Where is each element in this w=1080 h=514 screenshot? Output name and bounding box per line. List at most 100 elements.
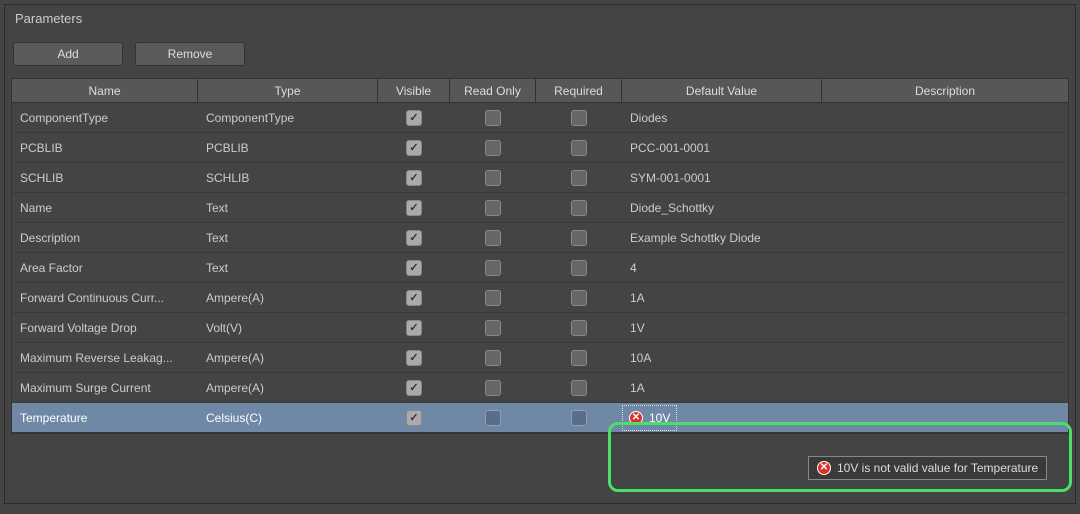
cell-description[interactable] xyxy=(822,103,1068,132)
readonly-checkbox[interactable] xyxy=(485,350,501,366)
visible-checkbox[interactable] xyxy=(406,350,422,366)
cell-name[interactable]: Forward Continuous Curr... xyxy=(12,283,198,312)
cell-name[interactable]: Name xyxy=(12,193,198,222)
readonly-checkbox[interactable] xyxy=(485,230,501,246)
cell-description[interactable] xyxy=(822,133,1068,162)
cell-description[interactable] xyxy=(822,343,1068,372)
required-checkbox[interactable] xyxy=(571,140,587,156)
table-row[interactable]: NameText Diode_Schottky xyxy=(12,193,1068,223)
cell-type[interactable]: SCHLIB xyxy=(198,163,378,192)
visible-checkbox[interactable] xyxy=(406,290,422,306)
header-visible[interactable]: Visible xyxy=(378,79,450,102)
table-row[interactable]: PCBLIBPCBLIB PCC-001-0001 xyxy=(12,133,1068,163)
cell-visible xyxy=(378,133,450,162)
table-row[interactable]: ComponentTypeComponentType Diodes xyxy=(12,103,1068,133)
readonly-checkbox[interactable] xyxy=(485,290,501,306)
header-required[interactable]: Required xyxy=(536,79,622,102)
table-row[interactable]: SCHLIBSCHLIB SYM-001-0001 xyxy=(12,163,1068,193)
table-row[interactable]: Forward Continuous Curr...Ampere(A) 1A xyxy=(12,283,1068,313)
required-checkbox[interactable] xyxy=(571,230,587,246)
readonly-checkbox[interactable] xyxy=(485,320,501,336)
cell-description[interactable] xyxy=(822,193,1068,222)
remove-button[interactable]: Remove xyxy=(135,42,245,66)
visible-checkbox[interactable] xyxy=(406,320,422,336)
cell-default-value[interactable]: Diode_Schottky xyxy=(622,193,822,222)
cell-type[interactable]: Celsius(C) xyxy=(198,403,378,432)
cell-default-value[interactable]: 10V xyxy=(622,403,822,432)
cell-default-value[interactable]: 1A xyxy=(622,283,822,312)
required-checkbox[interactable] xyxy=(571,350,587,366)
required-checkbox[interactable] xyxy=(571,110,587,126)
cell-name[interactable]: PCBLIB xyxy=(12,133,198,162)
cell-type[interactable]: Text xyxy=(198,253,378,282)
visible-checkbox[interactable] xyxy=(406,170,422,186)
table-row[interactable]: DescriptionText Example Schottky Diode xyxy=(12,223,1068,253)
cell-name[interactable]: Temperature xyxy=(12,403,198,432)
header-default[interactable]: Default Value xyxy=(622,79,822,102)
cell-type[interactable]: Ampere(A) xyxy=(198,343,378,372)
cell-description[interactable] xyxy=(822,313,1068,342)
readonly-checkbox[interactable] xyxy=(485,260,501,276)
cell-default-value[interactable]: PCC-001-0001 xyxy=(622,133,822,162)
header-type[interactable]: Type xyxy=(198,79,378,102)
cell-type[interactable]: Text xyxy=(198,193,378,222)
table-row[interactable]: Area FactorText 4 xyxy=(12,253,1068,283)
visible-checkbox[interactable] xyxy=(406,140,422,156)
cell-name[interactable]: Area Factor xyxy=(12,253,198,282)
cell-required xyxy=(536,193,622,222)
cell-default-value[interactable]: 4 xyxy=(622,253,822,282)
visible-checkbox[interactable] xyxy=(406,230,422,246)
visible-checkbox[interactable] xyxy=(406,260,422,276)
readonly-checkbox[interactable] xyxy=(485,140,501,156)
required-checkbox[interactable] xyxy=(571,170,587,186)
readonly-checkbox[interactable] xyxy=(485,200,501,216)
cell-description[interactable] xyxy=(822,163,1068,192)
readonly-checkbox[interactable] xyxy=(485,380,501,396)
required-checkbox[interactable] xyxy=(571,410,587,426)
cell-default-value[interactable]: Diodes xyxy=(622,103,822,132)
readonly-checkbox[interactable] xyxy=(485,410,501,426)
cell-default-value[interactable]: 1V xyxy=(622,313,822,342)
table-row[interactable]: Maximum Reverse Leakag...Ampere(A) 10A xyxy=(12,343,1068,373)
cell-default-value[interactable]: 10A xyxy=(622,343,822,372)
add-button[interactable]: Add xyxy=(13,42,123,66)
cell-description[interactable] xyxy=(822,253,1068,282)
cell-default-value[interactable]: Example Schottky Diode xyxy=(622,223,822,252)
default-value-error-cell[interactable]: 10V xyxy=(622,405,677,431)
cell-type[interactable]: Ampere(A) xyxy=(198,283,378,312)
cell-name[interactable]: ComponentType xyxy=(12,103,198,132)
cell-description[interactable] xyxy=(822,403,1068,432)
header-description[interactable]: Description xyxy=(822,79,1068,102)
cell-description[interactable] xyxy=(822,373,1068,402)
readonly-checkbox[interactable] xyxy=(485,110,501,126)
cell-type[interactable]: Text xyxy=(198,223,378,252)
cell-type[interactable]: Volt(V) xyxy=(198,313,378,342)
cell-name[interactable]: Maximum Reverse Leakag... xyxy=(12,343,198,372)
visible-checkbox[interactable] xyxy=(406,200,422,216)
required-checkbox[interactable] xyxy=(571,320,587,336)
cell-name[interactable]: SCHLIB xyxy=(12,163,198,192)
required-checkbox[interactable] xyxy=(571,380,587,396)
visible-checkbox[interactable] xyxy=(406,380,422,396)
cell-type[interactable]: PCBLIB xyxy=(198,133,378,162)
required-checkbox[interactable] xyxy=(571,200,587,216)
cell-name[interactable]: Forward Voltage Drop xyxy=(12,313,198,342)
cell-default-value[interactable]: SYM-001-0001 xyxy=(622,163,822,192)
table-row[interactable]: Maximum Surge CurrentAmpere(A) 1A xyxy=(12,373,1068,403)
cell-name[interactable]: Description xyxy=(12,223,198,252)
table-row[interactable]: TemperatureCelsius(C) 10V xyxy=(12,403,1068,433)
cell-description[interactable] xyxy=(822,283,1068,312)
cell-default-value[interactable]: 1A xyxy=(622,373,822,402)
header-readonly[interactable]: Read Only xyxy=(450,79,536,102)
readonly-checkbox[interactable] xyxy=(485,170,501,186)
header-name[interactable]: Name xyxy=(12,79,198,102)
required-checkbox[interactable] xyxy=(571,290,587,306)
cell-description[interactable] xyxy=(822,223,1068,252)
cell-name[interactable]: Maximum Surge Current xyxy=(12,373,198,402)
table-row[interactable]: Forward Voltage DropVolt(V) 1V xyxy=(12,313,1068,343)
cell-type[interactable]: ComponentType xyxy=(198,103,378,132)
visible-checkbox[interactable] xyxy=(406,110,422,126)
cell-type[interactable]: Ampere(A) xyxy=(198,373,378,402)
visible-checkbox[interactable] xyxy=(406,410,422,426)
required-checkbox[interactable] xyxy=(571,260,587,276)
